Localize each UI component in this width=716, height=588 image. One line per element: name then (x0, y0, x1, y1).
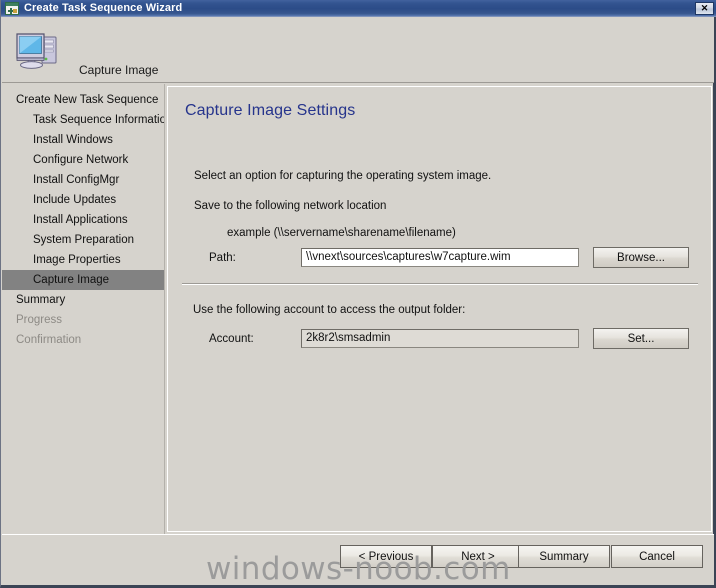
content-pane: Capture Image Settings Select an option … (167, 86, 712, 532)
sidebar-item-install-configmgr[interactable]: Install ConfigMgr (2, 170, 164, 190)
intro-text: Select an option for capturing the opera… (194, 170, 492, 182)
sidebar-item-install-windows[interactable]: Install Windows (2, 130, 164, 150)
sidebar-item-confirmation: Confirmation (16, 334, 82, 346)
close-icon[interactable]: ✕ (695, 1, 714, 15)
browse-button[interactable]: Browse... (593, 247, 689, 268)
computer-icon (13, 28, 61, 72)
set-account-button[interactable]: Set... (593, 328, 689, 349)
wizard-window: Create Task Sequence Wizard ✕ Capture Im… (0, 0, 716, 588)
sidebar-item-create-new-task-sequence[interactable]: Create New Task Sequence (2, 90, 164, 110)
path-input[interactable]: \\vnext\sources\captures\w7capture.wim (301, 248, 579, 267)
account-section-label: Use the following account to access the … (193, 304, 466, 316)
previous-button[interactable]: < Previous (340, 545, 432, 568)
header-page-title: Capture Image (79, 63, 159, 77)
sidebar-item-install-applications[interactable]: Install Applications (2, 210, 164, 230)
sidebar-item-capture-image[interactable]: Capture Image (2, 270, 164, 290)
window-title: Create Task Sequence Wizard (24, 2, 183, 14)
sidebar-item-image-properties[interactable]: Image Properties (2, 250, 164, 270)
section-divider (182, 283, 698, 285)
sidebar-item-summary[interactable]: Summary (2, 290, 164, 310)
save-location-label: Save to the following network location (194, 200, 387, 212)
account-label: Account: (209, 333, 254, 345)
cancel-button[interactable]: Cancel (611, 545, 703, 568)
example-path-hint: example (\\servername\sharename\filename… (227, 227, 456, 239)
account-input[interactable]: 2k8r2\smsadmin (301, 329, 579, 348)
summary-button[interactable]: Summary (518, 545, 610, 568)
sidebar-item-configure-network[interactable]: Configure Network (2, 150, 164, 170)
sidebar-item-task-sequence-information[interactable]: Task Sequence Information (2, 110, 164, 130)
sidebar-item-include-updates[interactable]: Include Updates (2, 190, 164, 210)
title-bar[interactable]: Create Task Sequence Wizard ✕ (1, 0, 716, 17)
page-title: Capture Image Settings (185, 102, 356, 119)
sidebar-item-system-preparation[interactable]: System Preparation (2, 230, 164, 250)
wizard-footer: < Previous Next > Summary Cancel (2, 534, 714, 585)
sidebar-item-progress: Progress (16, 314, 63, 326)
wizard-steps-sidebar: Create New Task Sequence Task Sequence I… (2, 84, 165, 582)
next-button[interactable]: Next > (432, 545, 524, 568)
task-sequence-icon (5, 1, 19, 15)
title-bar-buttons: ✕ (695, 1, 714, 15)
wizard-header: Capture Image (2, 17, 714, 83)
path-label: Path: (209, 252, 236, 264)
